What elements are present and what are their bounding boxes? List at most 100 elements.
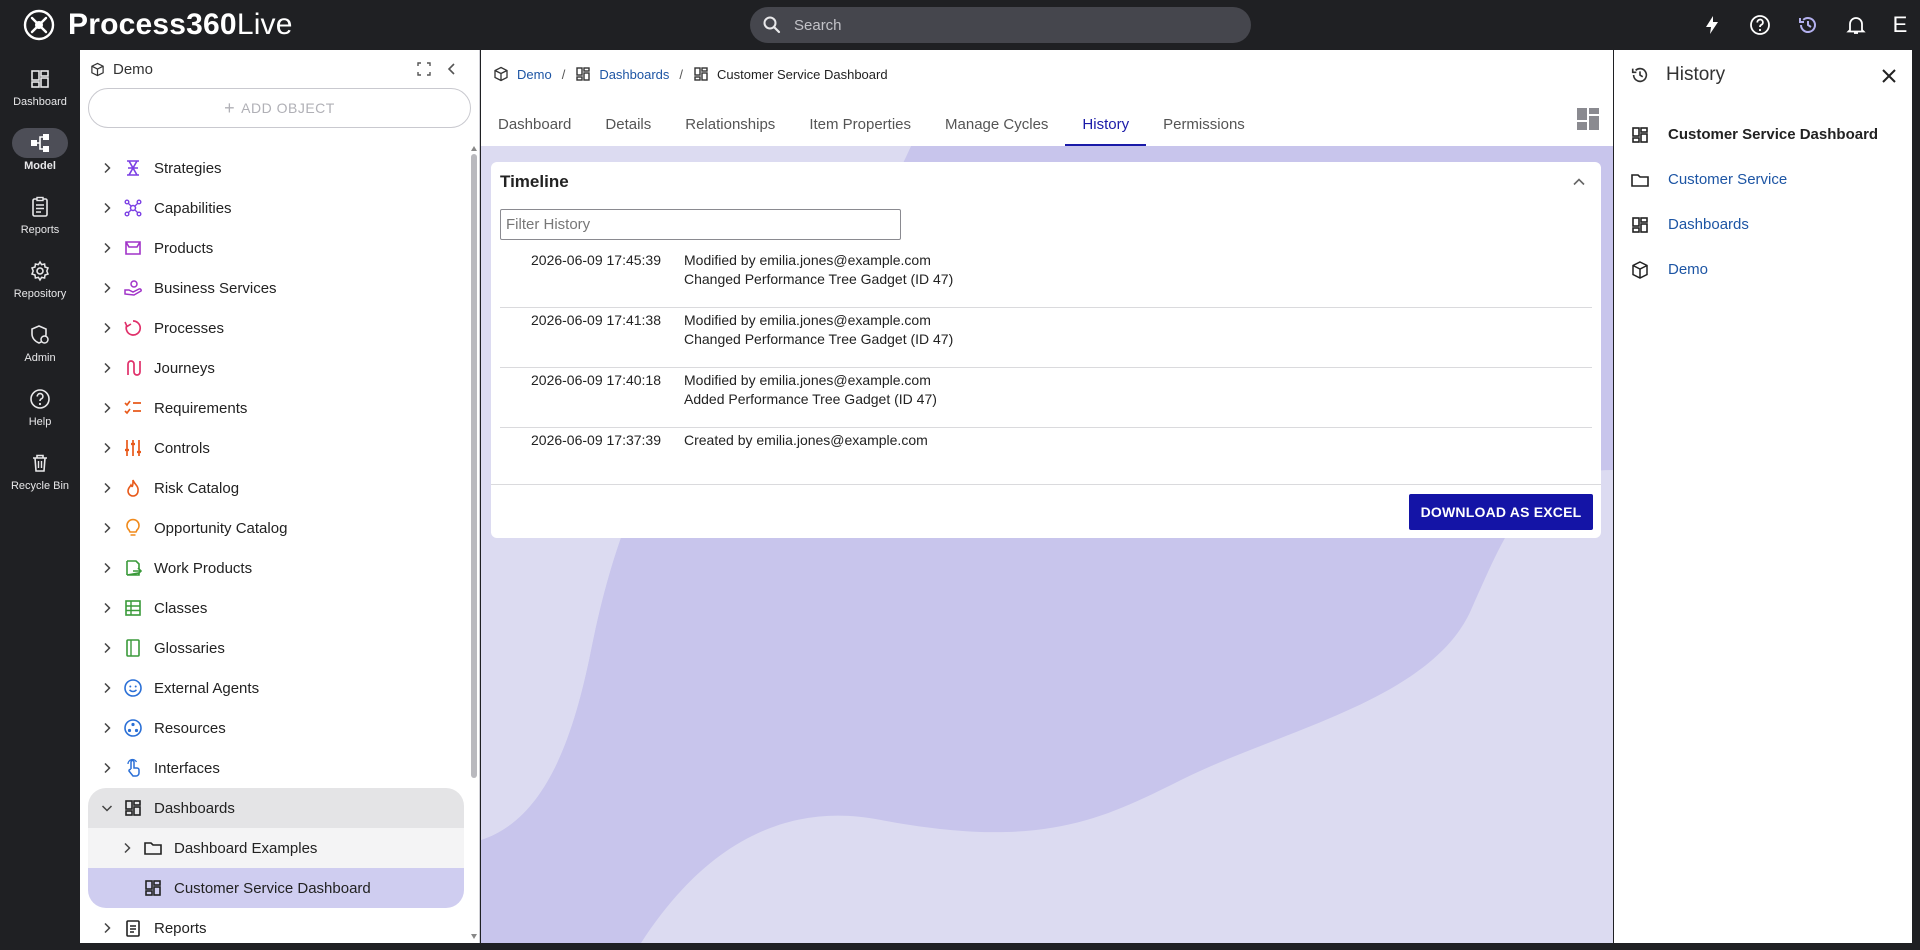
breadcrumb-separator: / [561, 66, 566, 82]
user-avatar[interactable]: E [1880, 0, 1920, 50]
chevron-right-icon[interactable] [88, 242, 122, 254]
tree-item-reports[interactable]: Reports [88, 908, 464, 948]
tree-item-interfaces[interactable]: Interfaces [88, 748, 464, 788]
rail-label: Recycle Bin [10, 480, 70, 492]
rail-label: Admin [24, 352, 56, 364]
help-icon [1750, 15, 1770, 35]
tree-item-controls[interactable]: Controls [88, 428, 464, 468]
trash-icon [33, 454, 47, 472]
tab-permissions[interactable]: Permissions [1146, 102, 1262, 146]
tree-item-business-services[interactable]: Business Services [88, 268, 464, 308]
rail-reports[interactable]: Reports [0, 178, 80, 242]
tree-item-requirements[interactable]: Requirements [88, 388, 464, 428]
tree-item-customer-service-dashboard[interactable]: Customer Service Dashboard [88, 868, 464, 908]
chevron-right-icon[interactable] [88, 162, 122, 174]
rail-help[interactable]: Help [0, 370, 80, 434]
tree-item-processes[interactable]: Processes [88, 308, 464, 348]
chevron-right-icon[interactable] [88, 202, 122, 214]
rail-admin[interactable]: Admin [0, 306, 80, 370]
quick-actions-button[interactable] [1688, 0, 1736, 50]
tree-item-resources[interactable]: Resources [88, 708, 464, 748]
rail-repository[interactable]: Repository [0, 242, 80, 306]
chevron-right-icon[interactable] [88, 482, 122, 494]
add-object-button[interactable]: + ADD OBJECT [88, 88, 471, 128]
tree-item-label: Capabilities [154, 199, 232, 217]
notifications-button[interactable] [1832, 0, 1880, 50]
rail-dashboard[interactable]: Dashboard [0, 50, 80, 114]
filter-history-input[interactable]: Filter History [500, 209, 901, 240]
chevron-right-icon[interactable] [88, 562, 122, 574]
collapse-panel-button[interactable] [443, 60, 461, 78]
tree-root-label: Demo [113, 60, 154, 78]
chevron-right-icon[interactable] [108, 842, 142, 854]
help-button[interactable] [1736, 0, 1784, 50]
history-button[interactable] [1784, 0, 1832, 50]
tree-item-dashboards[interactable]: Dashboards [88, 788, 464, 828]
top-bar: Process360Live Search E [0, 0, 1920, 50]
history-panel-title: History [1666, 64, 1726, 85]
chevron-right-icon[interactable] [88, 362, 122, 374]
close-history-button[interactable] [1880, 67, 1898, 85]
tree-item-label: Interfaces [154, 759, 220, 777]
process360-logo-icon [23, 9, 55, 41]
tree-item-strategies[interactable]: Strategies [88, 148, 464, 188]
tree-item-risk-catalog[interactable]: Risk Catalog [88, 468, 464, 508]
tab-dashboard[interactable]: Dashboard [481, 102, 588, 146]
tab-relationships[interactable]: Relationships [668, 102, 792, 146]
tree-item-products[interactable]: Products [88, 228, 464, 268]
tree-item-capabilities[interactable]: Capabilities [88, 188, 464, 228]
chevron-right-icon[interactable] [88, 402, 122, 414]
tree-item-opportunity-catalog[interactable]: Opportunity Catalog [88, 508, 464, 548]
chevron-right-icon[interactable] [88, 602, 122, 614]
tree-item-glossaries[interactable]: Glossaries [88, 628, 464, 668]
tree-item-label: Reports [154, 919, 207, 937]
chevron-down-icon[interactable] [88, 802, 122, 814]
breadcrumb-current: Customer Service Dashboard [717, 66, 888, 82]
history-icon [1799, 17, 1816, 33]
chevron-right-icon[interactable] [88, 522, 122, 534]
tree-item-journeys[interactable]: Journeys [88, 348, 464, 388]
tab-item-properties[interactable]: Item Properties [792, 102, 928, 146]
history-row: 2026-06-09 17:37:39 Created by emilia.jo… [500, 428, 1592, 488]
timeline-footer: DOWNLOAD AS EXCEL [491, 484, 1601, 538]
breadcrumb-dashboards[interactable]: Dashboards [599, 67, 669, 82]
search-input[interactable]: Search [750, 7, 1251, 43]
admin-icon [31, 325, 49, 344]
chevron-right-icon[interactable] [88, 282, 122, 294]
rail-model[interactable]: Model [0, 114, 80, 178]
download-excel-button[interactable]: DOWNLOAD AS EXCEL [1409, 494, 1593, 530]
scroll-thumb[interactable] [471, 154, 477, 778]
chevron-right-icon[interactable] [88, 922, 122, 934]
chevron-right-icon[interactable] [88, 322, 122, 334]
layout-toggle-button[interactable] [1575, 106, 1601, 132]
history-item-label: Demo [1668, 261, 1709, 278]
app-logo[interactable]: Process360Live [22, 8, 293, 42]
chevron-right-icon[interactable] [88, 682, 122, 694]
chevron-right-icon[interactable] [88, 442, 122, 454]
history-item[interactable]: Customer Service Dashboard [1630, 112, 1878, 157]
tab-history[interactable]: History [1065, 102, 1146, 146]
tree-scrollbar[interactable] [470, 146, 478, 939]
tab-manage-cycles[interactable]: Manage Cycles [928, 102, 1065, 146]
tree-item-classes[interactable]: Classes [88, 588, 464, 628]
tree-item-external-agents[interactable]: External Agents [88, 668, 464, 708]
breadcrumb-demo[interactable]: Demo [517, 67, 552, 82]
scroll-up-arrow[interactable] [471, 146, 477, 151]
tree-item-work-products[interactable]: Work Products [88, 548, 464, 588]
chevron-right-icon[interactable] [88, 642, 122, 654]
model-tree-panel: Demo + ADD OBJECT Strategies Capabilitie… [80, 50, 480, 943]
tab-details[interactable]: Details [588, 102, 668, 146]
tree-item-label: Requirements [154, 399, 248, 417]
collapse-button[interactable] [1571, 174, 1587, 190]
rail-recycle-bin[interactable]: Recycle Bin [0, 434, 80, 498]
scroll-down-arrow[interactable] [471, 934, 477, 939]
chevron-right-icon[interactable] [88, 762, 122, 774]
history-item[interactable]: Customer Service [1630, 157, 1878, 202]
chevron-right-icon[interactable] [88, 722, 122, 734]
tree-item-label: Opportunity Catalog [154, 519, 288, 537]
history-item[interactable]: Dashboards [1630, 202, 1878, 247]
dashboard-icon [576, 67, 591, 81]
history-item[interactable]: Demo [1630, 247, 1878, 292]
expand-panel-button[interactable] [415, 60, 433, 78]
tree-item-dashboard-examples[interactable]: Dashboard Examples [88, 828, 464, 868]
